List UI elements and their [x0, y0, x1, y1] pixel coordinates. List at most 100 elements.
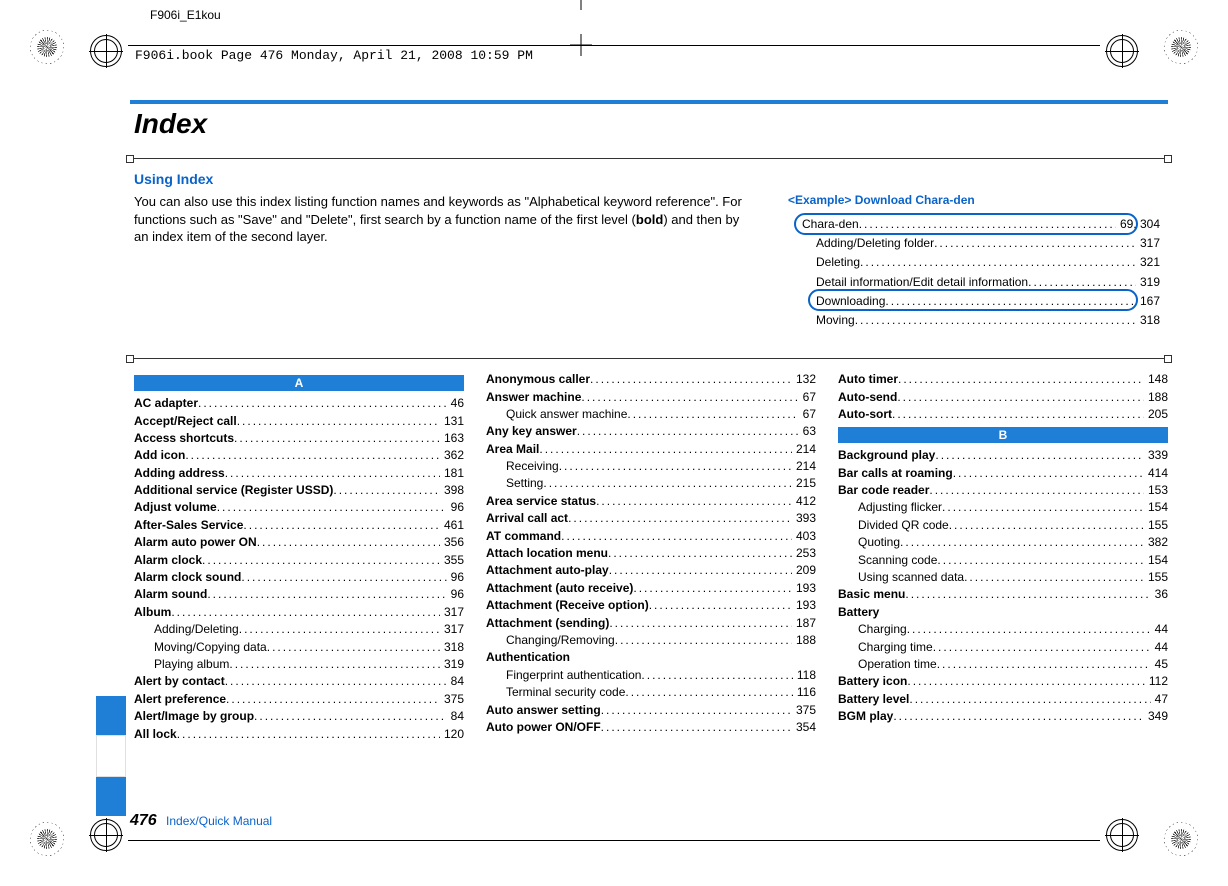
leader-dots [229, 656, 440, 673]
entry-page: 153 [1144, 482, 1168, 499]
leader-dots [333, 482, 440, 499]
example-label: Adding/Deleting folder [802, 234, 934, 253]
index-entry: Adjust volume96 [134, 499, 464, 516]
entry-label: Alert by contact [134, 673, 225, 690]
entry-label: Alert preference [134, 691, 226, 708]
example-label: Deleting [802, 253, 860, 272]
using-index-heading: Using Index [134, 171, 1168, 187]
entry-page: 45 [1151, 656, 1168, 673]
letter-heading: A [134, 375, 464, 391]
leader-dots [257, 534, 440, 551]
intro-block: You can also use this index listing func… [134, 193, 1168, 334]
example-label: Downloading [802, 292, 885, 311]
leader-dots [171, 604, 440, 621]
index-entry: Auto-send188 [838, 389, 1168, 406]
printmark-circle [90, 35, 122, 67]
entry-label: Anonymous caller [486, 371, 590, 388]
entry-label: Adding/Deleting [134, 621, 239, 638]
entry-page: 193 [792, 580, 816, 597]
leader-dots [953, 465, 1144, 482]
entry-label: All lock [134, 726, 177, 743]
entry-page: 318 [440, 639, 464, 656]
entry-label: Album [134, 604, 171, 621]
leader-dots [900, 534, 1144, 551]
leader-dots [909, 691, 1150, 708]
entry-page: 120 [440, 726, 464, 743]
leader-dots [601, 702, 792, 719]
entry-page: 188 [792, 632, 816, 649]
entry-label: Operation time [838, 656, 937, 673]
entry-page: 154 [1144, 552, 1168, 569]
entry-page: 116 [793, 684, 816, 701]
entry-label: Alarm clock [134, 552, 202, 569]
entry-page: 253 [792, 545, 816, 562]
side-tab [96, 696, 126, 816]
index-subentry: Quick answer machine67 [486, 406, 816, 423]
printmark-radial [30, 30, 64, 64]
entry-label: Terminal security code [486, 684, 625, 701]
index-entry: Area Mail 214 [486, 441, 816, 458]
entry-label: Attach location menu [486, 545, 608, 562]
entry-label: Accept/Reject call [134, 413, 237, 430]
index-entry: Any key answer63 [486, 423, 816, 440]
leader-dots [649, 597, 792, 614]
entry-label: Moving/Copying data [134, 639, 267, 656]
leader-dots [267, 639, 440, 656]
entry-page: 214 [792, 441, 816, 458]
entry-page: 356 [440, 534, 464, 551]
entry-page: 214 [792, 458, 816, 475]
index-entry: Accept/Reject call131 [134, 413, 464, 430]
entry-page: 382 [1144, 534, 1168, 551]
entry-label: Auto power ON/OFF [486, 719, 601, 736]
example-row: Detail information/Edit detail informati… [802, 273, 1160, 292]
index-entry: Alarm auto power ON356 [134, 534, 464, 551]
entry-label: Adding address [134, 465, 225, 482]
entry-label: Adjusting flicker [838, 499, 942, 516]
entry-label: Background play [838, 447, 935, 464]
leader-dots [859, 215, 1116, 234]
example-title: <Example> Download Chara-den [788, 193, 1168, 207]
entry-page: 354 [792, 719, 816, 736]
example-row: Deleting321 [802, 253, 1160, 272]
entry-page: 375 [440, 691, 464, 708]
leader-dots [198, 395, 447, 412]
index-subentry: Receiving214 [486, 458, 816, 475]
leader-dots [934, 234, 1136, 253]
leader-dots [860, 253, 1136, 272]
entry-label: Battery icon [838, 673, 907, 690]
leader-dots [855, 311, 1136, 330]
leader-dots [907, 673, 1145, 690]
entry-page: 96 [447, 569, 464, 586]
entry-label: Alarm clock sound [134, 569, 241, 586]
entry-label: Auto answer setting [486, 702, 601, 719]
entry-label: Attachment auto-play [486, 562, 609, 579]
entry-label: Attachment (sending) [486, 615, 609, 632]
entry-label: Charging [838, 621, 907, 638]
entry-label: After-Sales Service [134, 517, 243, 534]
index-entry: Attachment (auto receive)193 [486, 580, 816, 597]
index-entry: Album317 [134, 604, 464, 621]
printmark-radial [1164, 30, 1198, 64]
leader-dots [627, 406, 798, 423]
entry-page: 118 [793, 667, 816, 684]
index-entry: Area service status412 [486, 493, 816, 510]
index-subentry: Adding/Deleting 317 [134, 621, 464, 638]
index-entry: Attachment (Receive option)193 [486, 597, 816, 614]
entry-label: Answer machine [486, 389, 581, 406]
example-row: Downloading167 [802, 292, 1160, 311]
entry-label: Authentication [486, 649, 570, 666]
leader-dots [929, 482, 1144, 499]
entry-label: Any key answer [486, 423, 577, 440]
entry-label: Attachment (Receive option) [486, 597, 649, 614]
page-body: Index Using Index You can also use this … [130, 100, 1168, 816]
leader-dots [596, 493, 792, 510]
index-entry: After-Sales Service461 [134, 517, 464, 534]
entry-label: Auto timer [838, 371, 898, 388]
entry-page: 317 [440, 621, 464, 638]
entry-label: Area Mail [486, 441, 539, 458]
entry-page: 362 [440, 447, 464, 464]
leader-dots [615, 632, 792, 649]
leader-dots [202, 552, 440, 569]
index-subentry: Playing album319 [134, 656, 464, 673]
leader-dots [590, 371, 792, 388]
